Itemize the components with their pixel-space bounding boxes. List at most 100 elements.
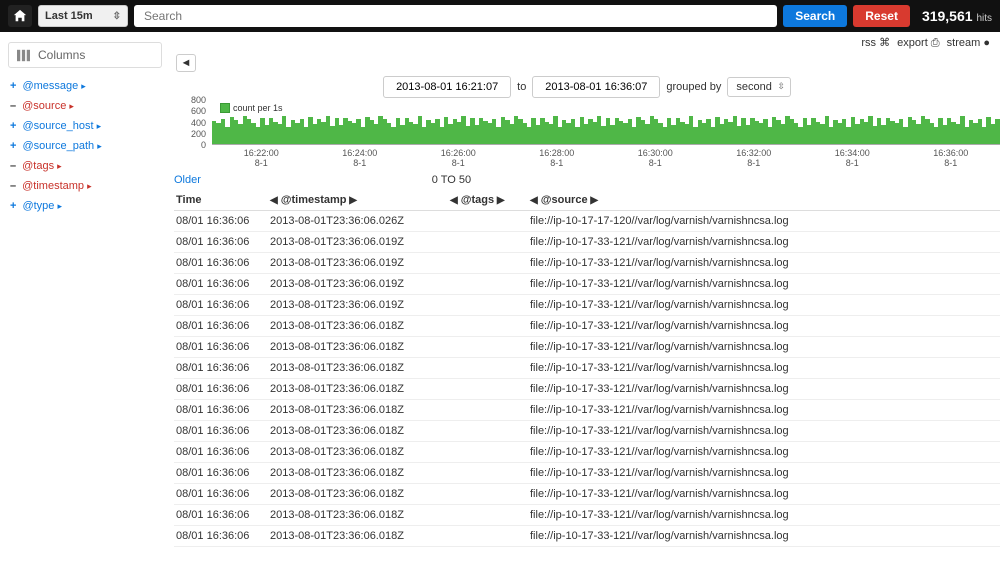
time-to-input[interactable]	[532, 76, 660, 98]
chart: 0200400600800 count per 1s 16:22:008-116…	[174, 100, 1000, 170]
x-tick: 16:36:008-1	[933, 148, 968, 168]
columns-icon	[17, 49, 30, 62]
group-by-select[interactable]: second	[727, 77, 790, 97]
cell-source: file://ip-10-17-33-121//var/log/varnish/…	[528, 484, 1000, 505]
reset-button[interactable]: Reset	[853, 5, 910, 27]
remove-field-icon: –	[10, 180, 16, 192]
table-row[interactable]: 08/01 16:36:062013-08-01T23:36:06.018Zfi…	[174, 421, 1000, 442]
field-item-source_path[interactable]: + @source_path ▸	[8, 136, 162, 156]
cell-source: file://ip-10-17-33-121//var/log/varnish/…	[528, 400, 1000, 421]
cell-tags	[448, 505, 528, 526]
grouped-by-label: grouped by	[666, 81, 721, 93]
table-row[interactable]: 08/01 16:36:062013-08-01T23:36:06.018Zfi…	[174, 379, 1000, 400]
add-field-icon: +	[10, 140, 16, 152]
th-timestamp[interactable]: ◀ @timestamp ▶	[268, 190, 448, 211]
chart-plot[interactable]	[212, 100, 1000, 145]
cell-source: file://ip-10-17-33-121//var/log/varnish/…	[528, 274, 1000, 295]
th-source[interactable]: ◀ @source ▶	[528, 190, 1000, 211]
topbar: Last 15m Search Reset 319,561 hits	[0, 0, 1000, 32]
field-item-message[interactable]: +@message ▸	[8, 76, 162, 96]
add-field-icon: +	[10, 80, 16, 92]
cell-source: file://ip-10-17-33-121//var/log/varnish/…	[528, 358, 1000, 379]
time-from-input[interactable]	[383, 76, 511, 98]
results-table: Time ◀ @timestamp ▶ ◀ @tags ▶ ◀ @source …	[174, 190, 1000, 547]
field-name: @source_host ▸	[22, 120, 101, 132]
cell-timestamp: 2013-08-01T23:36:06.018Z	[268, 526, 448, 547]
field-name: @source_path ▸	[22, 140, 101, 152]
time-range-select[interactable]: Last 15m	[38, 5, 128, 27]
to-label: to	[517, 81, 526, 93]
cell-timestamp: 2013-08-01T23:36:06.018Z	[268, 421, 448, 442]
cell-time: 08/01 16:36:06	[174, 337, 268, 358]
table-row[interactable]: 08/01 16:36:062013-08-01T23:36:06.018Zfi…	[174, 358, 1000, 379]
cell-tags	[448, 316, 528, 337]
th-time[interactable]: Time	[174, 190, 268, 211]
table-row[interactable]: 08/01 16:36:062013-08-01T23:36:06.018Zfi…	[174, 400, 1000, 421]
cell-tags	[448, 421, 528, 442]
table-row[interactable]: 08/01 16:36:062013-08-01T23:36:06.019Zfi…	[174, 232, 1000, 253]
cell-time: 08/01 16:36:06	[174, 295, 268, 316]
cell-tags	[448, 232, 528, 253]
table-row[interactable]: 08/01 16:36:062013-08-01T23:36:06.018Zfi…	[174, 484, 1000, 505]
field-item-source[interactable]: –@source ▸	[8, 96, 162, 116]
field-name: @tags ▸	[22, 160, 62, 172]
columns-header[interactable]: Columns	[8, 42, 162, 68]
cell-timestamp: 2013-08-01T23:36:06.018Z	[268, 337, 448, 358]
table-row[interactable]: 08/01 16:36:062013-08-01T23:36:06.026Zfi…	[174, 211, 1000, 232]
legend-label: count per 1s	[233, 103, 283, 113]
page-range: 0 TO 50	[432, 174, 471, 186]
table-row[interactable]: 08/01 16:36:062013-08-01T23:36:06.019Zfi…	[174, 295, 1000, 316]
table-row[interactable]: 08/01 16:36:062013-08-01T23:36:06.019Z fi…	[174, 274, 1000, 295]
search-button[interactable]: Search	[783, 5, 847, 27]
y-tick: 200	[191, 129, 206, 139]
cell-time: 08/01 16:36:06	[174, 400, 268, 421]
main: rss ⌘ export ⎙ stream ● ◄ to grouped by …	[170, 32, 1000, 547]
older-link[interactable]: Older	[174, 174, 201, 186]
field-name: @source ▸	[22, 100, 74, 112]
cell-tags	[448, 295, 528, 316]
cell-timestamp: 2013-08-01T23:36:06.018Z	[268, 316, 448, 337]
legend-swatch	[220, 103, 230, 113]
cell-tags	[448, 379, 528, 400]
export-link[interactable]: export ⎙	[895, 37, 939, 49]
cell-timestamp: 2013-08-01T23:36:06.019Z	[268, 274, 448, 295]
x-tick: 16:22:008-1	[244, 148, 279, 168]
table-row[interactable]: 08/01 16:36:062013-08-01T23:36:06.018Zfi…	[174, 442, 1000, 463]
cell-time: 08/01 16:36:06	[174, 274, 268, 295]
cell-timestamp: 2013-08-01T23:36:06.018Z	[268, 442, 448, 463]
rss-link[interactable]: rss ⌘	[859, 37, 890, 49]
table-row[interactable]: 08/01 16:36:062013-08-01T23:36:06.018Zfi…	[174, 463, 1000, 484]
cell-source: file://ip-10-17-33-121//var/log/varnish/…	[528, 316, 1000, 337]
cell-source: file://ip-10-17-33-121//var/log/varnish/…	[528, 253, 1000, 274]
field-item-tags[interactable]: –@tags ▸	[8, 156, 162, 176]
stream-link[interactable]: stream ●	[945, 37, 990, 49]
cell-time: 08/01 16:36:06	[174, 253, 268, 274]
field-item-type[interactable]: +@type ▸	[8, 196, 162, 216]
cell-timestamp: 2013-08-01T23:36:06.018Z	[268, 379, 448, 400]
table-row[interactable]: 08/01 16:36:062013-08-01T23:36:06.018Zfi…	[174, 505, 1000, 526]
table-row[interactable]: 08/01 16:36:062013-08-01T23:36:06.018Z fi…	[174, 316, 1000, 337]
table-row[interactable]: 08/01 16:36:062013-08-01T23:36:06.019Zfi…	[174, 253, 1000, 274]
remove-field-icon: –	[10, 160, 16, 172]
table-row[interactable]: 08/01 16:36:062013-08-01T23:36:06.018Z fi…	[174, 337, 1000, 358]
th-tags[interactable]: ◀ @tags ▶	[448, 190, 528, 211]
collapse-sidebar-button[interactable]: ◄	[176, 54, 196, 72]
field-item-timestamp[interactable]: –@timestamp ▸	[8, 176, 162, 196]
table-row[interactable]: 08/01 16:36:062013-08-01T23:36:06.018Z fi…	[174, 526, 1000, 547]
cell-source: file://ip-10-17-17-120//var/log/varnish/…	[528, 211, 1000, 232]
search-input[interactable]	[134, 5, 777, 27]
cell-source: file://ip-10-17-33-121//var/log/varnish/…	[528, 526, 1000, 547]
home-button[interactable]	[8, 5, 32, 27]
cell-source: file://ip-10-17-33-121//var/log/varnish/…	[528, 505, 1000, 526]
cell-timestamp: 2013-08-01T23:36:06.018Z	[268, 505, 448, 526]
cell-time: 08/01 16:36:06	[174, 316, 268, 337]
x-tick: 16:26:008-1	[441, 148, 476, 168]
cell-tags	[448, 274, 528, 295]
cell-time: 08/01 16:36:06	[174, 526, 268, 547]
cell-tags	[448, 253, 528, 274]
cell-time: 08/01 16:36:06	[174, 463, 268, 484]
cell-source: file://ip-10-17-33-121//var/log/varnish/…	[528, 463, 1000, 484]
field-item-source_host[interactable]: +@source_host ▸	[8, 116, 162, 136]
cell-source: file://ip-10-17-33-121//var/log/varnish/…	[528, 337, 1000, 358]
cell-tags	[448, 463, 528, 484]
